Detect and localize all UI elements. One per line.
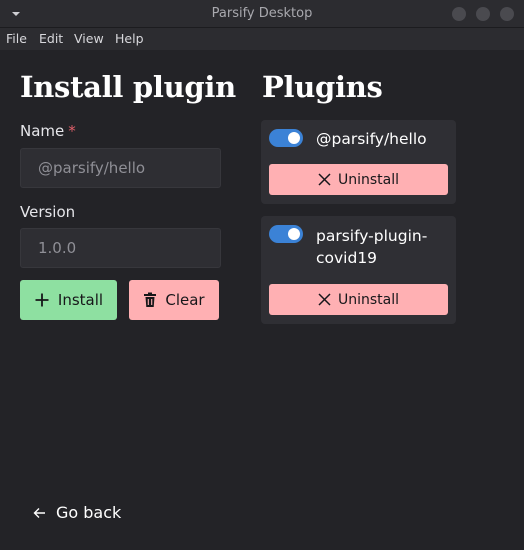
- plugin-card: parsify-plugin-covid19 Uninstall: [261, 216, 456, 324]
- go-back-link[interactable]: Go back: [33, 503, 121, 522]
- go-back-label: Go back: [56, 503, 122, 522]
- menu-view[interactable]: View: [74, 31, 104, 46]
- install-button[interactable]: Install: [20, 280, 117, 320]
- close-window-button[interactable]: [500, 7, 514, 21]
- menu-bar: File Edit View Help: [0, 28, 524, 50]
- minimize-button[interactable]: [452, 7, 466, 21]
- toggle-knob: [288, 228, 300, 240]
- plugin-name: @parsify/hello: [316, 130, 427, 148]
- plus-icon: [35, 293, 49, 307]
- window-title: Parsify Desktop: [211, 6, 313, 21]
- arrow-left-icon: [33, 507, 45, 518]
- name-label-text: Name: [20, 122, 65, 140]
- menu-edit[interactable]: Edit: [39, 31, 63, 46]
- name-input-placeholder: @parsify/hello: [38, 159, 146, 177]
- required-mark: *: [68, 122, 76, 140]
- clear-button[interactable]: Clear: [129, 280, 219, 320]
- trash-icon: [144, 292, 157, 307]
- name-input[interactable]: @parsify/hello: [20, 148, 221, 188]
- version-label: Version: [20, 203, 76, 221]
- plugin-toggle[interactable]: [269, 129, 303, 147]
- install-plugin-heading: Install plugin: [20, 70, 236, 104]
- menu-help[interactable]: Help: [115, 31, 144, 46]
- close-icon: [318, 173, 331, 186]
- clear-button-label: Clear: [165, 291, 205, 309]
- uninstall-button-label: Uninstall: [337, 291, 400, 308]
- uninstall-button[interactable]: Uninstall: [269, 284, 448, 315]
- uninstall-button[interactable]: Uninstall: [269, 164, 448, 195]
- plugin-name: parsify-plugin-covid19: [316, 227, 428, 267]
- plugin-toggle[interactable]: [269, 225, 303, 243]
- version-input[interactable]: 1.0.0: [20, 228, 221, 268]
- menu-file[interactable]: File: [6, 31, 27, 46]
- name-label: Name *: [20, 122, 76, 140]
- title-bar: Parsify Desktop: [0, 0, 524, 28]
- install-button-label: Install: [57, 291, 104, 309]
- plugins-heading: Plugins: [262, 70, 383, 104]
- plugin-card: @parsify/hello Uninstall: [261, 120, 456, 204]
- toggle-knob: [288, 132, 300, 144]
- uninstall-button-label: Uninstall: [337, 171, 400, 188]
- maximize-button[interactable]: [476, 7, 490, 21]
- close-icon: [318, 293, 331, 306]
- version-input-placeholder: 1.0.0: [38, 239, 77, 257]
